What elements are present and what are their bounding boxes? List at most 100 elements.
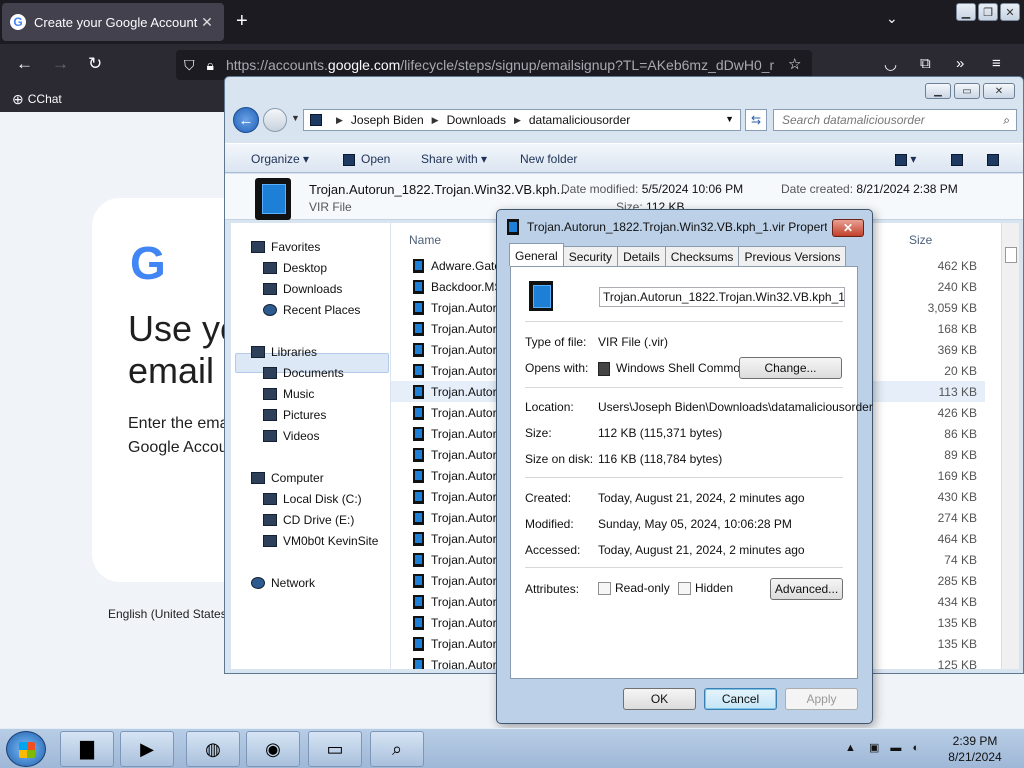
breadcrumb-joseph-biden[interactable]: Joseph Biden bbox=[351, 113, 424, 127]
nav-network-label: Network bbox=[271, 576, 316, 590]
readonly-checkbox[interactable]: Read-only bbox=[598, 581, 670, 596]
taskbar-firefox-icon[interactable]: ◉ bbox=[246, 731, 300, 767]
restore-icon[interactable]: ❐ bbox=[978, 3, 998, 21]
nav-network[interactable]: Network bbox=[251, 576, 315, 590]
address-bar[interactable]: ▶ Joseph Biden ▶ Downloads ▶ datamalicio… bbox=[303, 109, 741, 131]
back-arrow-icon[interactable]: ← bbox=[16, 54, 33, 74]
new-tab-icon[interactable]: + bbox=[236, 10, 248, 33]
explorer-maximize-icon[interactable]: ▭ bbox=[954, 83, 980, 99]
advanced-button[interactable]: Advanced... bbox=[770, 578, 843, 600]
tab-general[interactable]: General bbox=[509, 243, 564, 266]
explorer-close-icon[interactable]: ✕ bbox=[983, 83, 1015, 99]
file-size: 434 KB bbox=[937, 595, 977, 609]
tab-checksums[interactable]: Checksums bbox=[664, 246, 740, 266]
refresh-icon[interactable]: ⇆ bbox=[745, 109, 767, 131]
cancel-button[interactable]: Cancel bbox=[704, 688, 777, 710]
tray-volume-icon[interactable]: ◐ bbox=[912, 742, 919, 754]
nav-videos[interactable]: Videos bbox=[263, 429, 319, 443]
search-icon[interactable]: ⌕ bbox=[1003, 113, 1010, 128]
tray-network-icon[interactable]: ▬ bbox=[890, 742, 901, 754]
close-window-icon[interactable]: ✕ bbox=[1000, 3, 1020, 21]
forward-arrow-icon[interactable]: → bbox=[52, 54, 69, 74]
file-list-scrollbar[interactable] bbox=[1001, 223, 1019, 669]
hidden-checkbox-box[interactable] bbox=[678, 582, 691, 596]
apply-button[interactable]: Apply bbox=[785, 688, 858, 710]
bookmark-star-icon[interactable]: ☆ bbox=[788, 55, 801, 73]
pocket-icon[interactable]: ◡ bbox=[884, 55, 897, 73]
extensions-icon[interactable]: ⧉ bbox=[920, 55, 931, 72]
tracking-shield-icon[interactable]: ⛉ bbox=[184, 57, 195, 74]
nav-cd-drive[interactable]: CD Drive (E:) bbox=[263, 513, 354, 527]
change-button[interactable]: Change... bbox=[739, 357, 842, 379]
breadcrumb-datamaliciousorder[interactable]: datamaliciousorder bbox=[529, 113, 630, 127]
tab-close-icon[interactable]: ✕ bbox=[198, 14, 216, 31]
file-size: 430 KB bbox=[937, 490, 977, 504]
explorer-minimize-icon[interactable]: ▁ bbox=[925, 83, 951, 99]
taskbar-search-app-icon[interactable]: ⌕ bbox=[370, 731, 424, 767]
tab-previous-versions[interactable]: Previous Versions bbox=[738, 246, 847, 266]
explorer-forward-icon[interactable] bbox=[263, 108, 287, 132]
taskbar-media-player-icon[interactable]: ▶ bbox=[120, 731, 174, 767]
file-name: Trojan.Autorun bbox=[431, 637, 501, 651]
help-icon[interactable] bbox=[987, 152, 999, 166]
nav-desktop-label: Desktop bbox=[283, 261, 328, 275]
file-size: 274 KB bbox=[937, 511, 977, 525]
ok-button[interactable]: OK bbox=[623, 688, 696, 710]
explorer-back-icon[interactable]: ← bbox=[233, 107, 259, 133]
nav-desktop[interactable]: Desktop bbox=[263, 261, 327, 275]
tray-expand-icon[interactable]: ▲ bbox=[845, 742, 856, 754]
dialog-close-icon[interactable]: ✕ bbox=[832, 219, 864, 237]
minimize-icon[interactable]: ▁ bbox=[956, 3, 976, 21]
share-with-button[interactable]: Share with ▾ bbox=[421, 152, 487, 166]
change-view-icon[interactable]: ▾ bbox=[895, 152, 916, 166]
search-input[interactable]: Search datamaliciousorder ⌕ bbox=[773, 109, 1017, 131]
tab-details[interactable]: Details bbox=[617, 246, 666, 266]
nav-music[interactable]: Music bbox=[263, 387, 314, 401]
taskbar-explorer-icon[interactable]: ▭ bbox=[308, 731, 362, 767]
nav-kevinsite[interactable]: VM0b0t KevinSite bbox=[263, 534, 378, 548]
nav-pictures[interactable]: Pictures bbox=[263, 408, 326, 422]
taskbar-clock[interactable]: 2:39 PM 8/21/2024 bbox=[930, 733, 1020, 765]
scrollbar-thumb[interactable] bbox=[1005, 247, 1017, 263]
nav-libraries[interactable]: Libraries bbox=[251, 345, 317, 359]
column-header-size[interactable]: Size bbox=[909, 233, 932, 247]
tab-security[interactable]: Security bbox=[562, 246, 619, 266]
nav-favorites[interactable]: Favorites bbox=[251, 240, 320, 254]
nav-computer[interactable]: Computer bbox=[251, 471, 324, 485]
reload-icon[interactable]: ↻ bbox=[88, 54, 102, 74]
bookmark-cchat[interactable]: CChat bbox=[28, 92, 62, 106]
breadcrumb-downloads[interactable]: Downloads bbox=[447, 113, 506, 127]
filename-field[interactable]: Trojan.Autorun_1822.Trojan.Win32.VB.kph_… bbox=[599, 287, 845, 307]
created-value: Today, August 21, 2024, 2 minutes ago bbox=[598, 491, 805, 505]
language-selector[interactable]: English (United States bbox=[108, 607, 227, 621]
nav-documents[interactable]: Documents bbox=[263, 366, 344, 380]
documents-icon bbox=[263, 367, 277, 379]
readonly-label: Read-only bbox=[615, 581, 670, 595]
readonly-checkbox-box[interactable] bbox=[598, 582, 611, 596]
organize-button[interactable]: Organize ▾ bbox=[251, 152, 309, 166]
taskbar-globe-app-icon[interactable]: ◍ bbox=[186, 731, 240, 767]
preview-pane-icon[interactable] bbox=[951, 152, 963, 166]
overflow-chevrons-icon[interactable]: » bbox=[956, 55, 964, 72]
lock-icon[interactable]: 🔒︎ bbox=[207, 57, 214, 74]
column-header-name[interactable]: Name bbox=[409, 233, 441, 247]
nav-recent-places[interactable]: Recent Places bbox=[263, 303, 360, 317]
menu-hamburger-icon[interactable]: ≡ bbox=[992, 55, 1001, 72]
open-button[interactable]: Open bbox=[343, 152, 390, 166]
taskbar-terminal-icon[interactable]: ▇ bbox=[60, 731, 114, 767]
recent-pages-dropdown-icon[interactable]: ▼ bbox=[291, 113, 300, 123]
address-row: ← ▼ ▶ Joseph Biden ▶ Downloads ▶ datamal… bbox=[233, 107, 1019, 135]
modified-value: Sunday, May 05, 2024, 10:06:28 PM bbox=[598, 517, 792, 531]
file-name: Trojan.Autorun bbox=[431, 511, 501, 525]
list-tabs-chevron-icon[interactable]: ⌄ bbox=[886, 10, 898, 27]
nav-local-disk[interactable]: Local Disk (C:) bbox=[263, 492, 362, 506]
nav-downloads[interactable]: Downloads bbox=[263, 282, 342, 296]
share-with-label: Share with bbox=[421, 152, 478, 166]
help-square-icon bbox=[987, 153, 999, 166]
start-button-icon[interactable] bbox=[6, 731, 46, 767]
tray-shield-icon[interactable]: ▣ bbox=[869, 742, 879, 754]
browser-tab-google-account[interactable]: G Create your Google Account ✕ bbox=[2, 3, 224, 41]
address-dropdown-icon[interactable]: ▼ bbox=[725, 114, 734, 124]
new-folder-button[interactable]: New folder bbox=[520, 152, 577, 166]
hidden-checkbox[interactable]: Hidden bbox=[678, 581, 733, 596]
